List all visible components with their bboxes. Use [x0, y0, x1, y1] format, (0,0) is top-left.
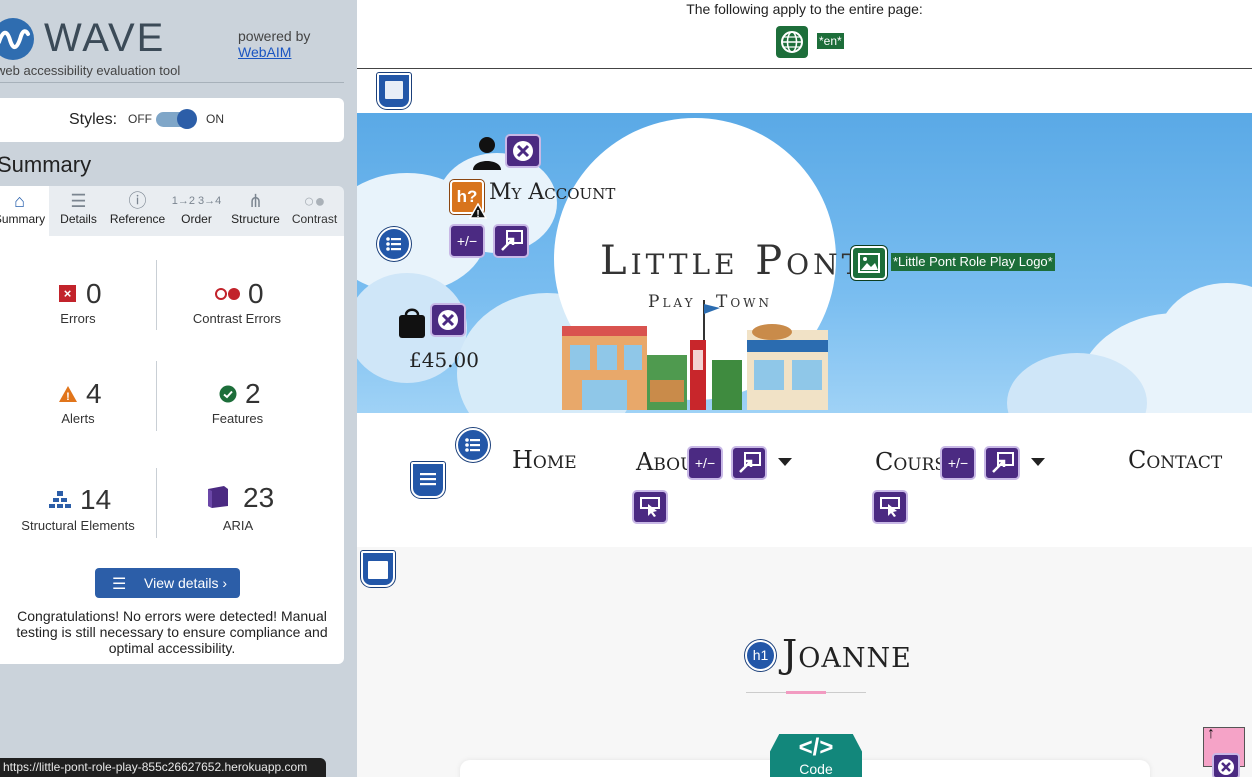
status-bar-url: https://little-pont-role-play-855c266276…: [0, 758, 326, 777]
aria-label: ARIA: [222, 518, 254, 533]
code-label: Code: [799, 761, 833, 777]
tab-details-label: Details: [60, 212, 97, 226]
aria-tabindex-icon[interactable]: [872, 490, 908, 524]
linked-image-alt-icon[interactable]: [851, 246, 887, 280]
structural-label: Structural Elements: [21, 518, 135, 533]
chevron-down-icon[interactable]: [1031, 458, 1045, 466]
features-label: Features: [211, 411, 264, 426]
basket-total[interactable]: £45.00: [409, 348, 479, 372]
view-details-button[interactable]: ☰ View details ›: [95, 568, 240, 598]
navigation-landmark-icon[interactable]: [411, 462, 445, 498]
language-globe-icon[interactable]: [776, 26, 808, 58]
tab-structure-label: Structure: [231, 212, 280, 226]
tab-reference-label: Reference: [109, 212, 166, 226]
divider: [156, 361, 157, 431]
home-icon: ⌂: [14, 191, 25, 211]
alert-warning-icon: !: [468, 202, 488, 224]
language-tag: *en*: [817, 33, 844, 49]
my-account-link[interactable]: My Account: [489, 180, 615, 205]
alerts-label: Alerts: [61, 411, 95, 426]
errors-label: Errors: [60, 311, 96, 326]
tab-order[interactable]: 1→2 3→4 Order: [167, 186, 226, 236]
applies-to-page-text: The following apply to the entire page:: [686, 1, 923, 17]
styles-toggle-knob[interactable]: [177, 109, 197, 129]
main-landmark-icon[interactable]: [361, 551, 395, 587]
divider: [0, 82, 344, 83]
svg-text:!: !: [66, 391, 70, 403]
tab-summary-label: Summary: [0, 212, 46, 226]
tab-details[interactable]: ☰ Details: [49, 186, 108, 236]
aria-popup-icon[interactable]: [984, 446, 1020, 480]
tab-summary[interactable]: ⌂ Summary: [0, 186, 49, 236]
aria-hidden-icon[interactable]: [505, 134, 541, 168]
divider: [156, 468, 157, 538]
webaim-link[interactable]: WebAIM: [238, 44, 291, 60]
contrast-errors-count[interactable]: 0: [248, 278, 264, 310]
info-icon: ⓘ: [128, 191, 147, 211]
divider: [156, 260, 157, 330]
list-icon: ☰: [70, 191, 87, 211]
aria-expanded-icon[interactable]: +/−: [449, 224, 485, 258]
aria-expanded-icon[interactable]: +/−: [687, 446, 723, 480]
wave-logo-wordmark: WAVE: [44, 16, 166, 60]
user-account-icon[interactable]: [472, 136, 502, 175]
aria-count[interactable]: 23: [243, 482, 274, 514]
styles-label: Styles:: [69, 111, 118, 128]
shopping-bag-icon[interactable]: [397, 305, 427, 344]
svg-text:!: !: [476, 209, 479, 219]
nav-contact[interactable]: Contact: [1128, 446, 1222, 474]
list-structure-icon[interactable]: [456, 428, 490, 462]
code-view-button[interactable]: </> Code: [770, 734, 862, 777]
wave-logo-icon: [0, 18, 34, 60]
aria-hidden-icon[interactable]: [430, 303, 466, 337]
tab-contrast[interactable]: ○● Contrast: [285, 186, 344, 236]
contrast-error-icon: [214, 286, 242, 307]
structure-icon: ⋔: [247, 191, 264, 211]
wave-logo-subtitle: web accessibility evaluation tool: [0, 63, 181, 78]
logo-alt-text: *Little Pont Role Play Logo*: [891, 253, 1055, 271]
features-count[interactable]: 2: [245, 378, 261, 410]
structure-icon: [49, 491, 71, 514]
aria-expanded-icon[interactable]: +/−: [940, 446, 976, 480]
site-logo-title: Little Pont: [600, 238, 865, 284]
contrast-errors-label: Contrast Errors: [192, 311, 282, 326]
aria-popup-icon[interactable]: [731, 446, 767, 480]
feature-icon: [219, 385, 237, 408]
town-illustration: [562, 300, 828, 410]
toggle-off-label: OFF: [128, 112, 152, 126]
tab-contrast-label: Contrast: [291, 212, 338, 226]
tab-order-label: Order: [181, 212, 212, 226]
tab-reference[interactable]: ⓘ Reference: [108, 186, 167, 236]
aria-icon: [206, 485, 230, 514]
wave-sidebar: WAVE web accessibility evaluation tool p…: [0, 0, 357, 777]
contrast-icon: ○●: [303, 191, 326, 211]
structural-count[interactable]: 14: [80, 484, 111, 516]
aria-tabindex-icon[interactable]: [632, 490, 668, 524]
errors-count[interactable]: 0: [86, 278, 102, 310]
aria-popup-icon[interactable]: [493, 224, 529, 258]
page-heading: Joanne: [782, 632, 912, 676]
toggle-on-label: ON: [206, 112, 224, 126]
powered-by-label: powered by: [238, 28, 311, 44]
congrats-message: Congratulations! No errors were detected…: [16, 608, 328, 656]
alert-icon: !: [58, 385, 78, 408]
summary-heading: Summary: [0, 152, 92, 177]
arrow-up-icon: ↑: [1207, 725, 1215, 742]
alerts-count[interactable]: 4: [86, 378, 102, 410]
order-icon: 1→2 3→4: [171, 195, 222, 207]
summary-panel: [0, 236, 344, 664]
heading-level-icon[interactable]: h1: [745, 640, 776, 671]
code-icon: </>: [798, 734, 834, 761]
heading-accent-bar: [786, 691, 826, 694]
header-landmark-icon[interactable]: [377, 73, 411, 109]
chevron-down-icon[interactable]: [778, 458, 792, 466]
tab-structure[interactable]: ⋔ Structure: [226, 186, 285, 236]
list-icon: ☰: [112, 576, 127, 593]
main-navigation: [357, 413, 1252, 547]
list-structure-icon[interactable]: [377, 227, 411, 261]
error-icon: ×: [59, 285, 76, 302]
view-details-label: View details ›: [144, 575, 228, 591]
nav-home[interactable]: Home: [512, 446, 577, 474]
aria-hidden-icon[interactable]: [1212, 753, 1240, 777]
